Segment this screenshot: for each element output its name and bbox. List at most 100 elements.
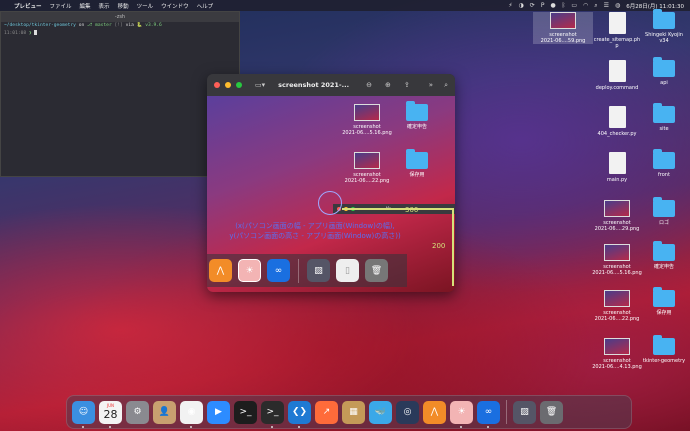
finder-icon[interactable]: ☺: [72, 400, 95, 428]
folder-icon: [653, 197, 675, 217]
desktop-icon[interactable]: ロゴ: [634, 197, 690, 226]
annotation-line-1: (x(パソコン画面の幅 - アプリ画面(Window)の幅),: [235, 222, 395, 230]
zoom-icon[interactable]: ▶: [207, 400, 230, 424]
wifi-icon[interactable]: ◠: [583, 2, 588, 9]
terminal-input-line[interactable]: 11:01:08 ❯: [1, 29, 239, 37]
terminal-window[interactable]: -zsh ~/desktop/tkinter-geometry on ⎇ mas…: [0, 11, 240, 177]
document-icon: [608, 152, 626, 174]
status-icon[interactable]: ◑: [519, 2, 524, 9]
contacts-icon[interactable]: 👤: [153, 400, 176, 424]
chrome-icon[interactable]: ◉: [180, 400, 203, 428]
activity-monitor-icon[interactable]: ↗: [315, 400, 338, 424]
paypay-icon[interactable]: P: [541, 2, 545, 9]
annotation-line-2: y(パソコン画面の高さ - アプリ画面(Window)の高さ)): [229, 232, 401, 240]
terminal-icon[interactable]: >_: [261, 400, 284, 428]
sidebar-toggle-icon[interactable]: ▭▾: [255, 81, 265, 89]
branch-icon: ⎇: [87, 23, 93, 28]
lightning-icon[interactable]: ⚡: [508, 2, 512, 9]
preview-title: screenshot 2021-...: [278, 81, 350, 89]
prompt-via: via: [125, 23, 134, 28]
desktop-icon-label: ロゴ: [658, 220, 669, 226]
search-icon[interactable]: ⌕: [444, 81, 448, 90]
share-icon[interactable]: ⇪: [404, 81, 410, 89]
spotlight-search-icon[interactable]: ⌕: [594, 2, 597, 10]
docker-icon[interactable]: 🐳: [369, 400, 392, 424]
image-thumbnail-icon: [604, 290, 630, 307]
folder-icon: [406, 149, 428, 169]
desktop-icon-label: front: [658, 172, 670, 178]
desktop-icon-label: 保存用: [656, 310, 672, 316]
running-indicator: [82, 425, 84, 428]
desktop-icon[interactable]: tkinter-geometry: [634, 335, 690, 364]
infinity-icon[interactable]: ∞: [477, 400, 500, 428]
mini-trash-icon: 🗑: [365, 259, 388, 282]
running-indicator: [460, 425, 462, 428]
menu-go[interactable]: 移動: [118, 2, 129, 10]
terminal-dark-icon[interactable]: >_: [234, 400, 257, 424]
prompt-symbol: ❯: [28, 31, 32, 36]
desktop-icon-label: api: [660, 80, 668, 86]
trash-icon[interactable]: 🗑: [540, 400, 563, 424]
desktop-icon[interactable]: front: [634, 149, 690, 178]
preview-titlebar[interactable]: ▭▾ screenshot 2021-... ⊖ ⊕ ⇪ » ⌕: [207, 74, 455, 96]
vscode-icon[interactable]: ❮❯: [288, 400, 311, 428]
control-center-icon[interactable]: ☰: [604, 2, 609, 9]
prompt-branch: master: [95, 23, 112, 28]
image-thumbnail-icon: [354, 152, 380, 169]
screenshot-app-icon[interactable]: ◎: [396, 400, 419, 424]
bluetooth-icon[interactable]: ᛒ: [562, 2, 566, 9]
terminal-titlebar[interactable]: -zsh: [1, 12, 239, 22]
folder-icon: [653, 335, 675, 355]
desktop-icon[interactable]: 保存用: [634, 287, 690, 316]
desktop-icon[interactable]: site: [634, 103, 690, 132]
close-button[interactable]: [214, 82, 220, 88]
battery-icon[interactable]: ▭: [571, 2, 577, 9]
preview-window[interactable]: ▭▾ screenshot 2021-... ⊖ ⊕ ⇪ » ⌕ screens…: [207, 74, 455, 292]
desktop-icon-label: 確定申告: [406, 124, 427, 130]
desktop-icon-label: 保存用: [409, 172, 425, 178]
menu-edit[interactable]: 編集: [80, 2, 91, 10]
siri-icon[interactable]: ◍: [615, 2, 620, 9]
desktop-icon[interactable]: screenshot 2021-06....59.png: [533, 12, 593, 44]
desktop-icon[interactable]: api: [634, 57, 690, 86]
image-thumbnail-icon: [354, 104, 380, 121]
running-indicator: [190, 425, 192, 428]
image-thumbnail-icon: [604, 338, 630, 355]
more-chevron-icon[interactable]: »: [429, 81, 433, 89]
folder-icon: [653, 241, 675, 261]
desktop-icon-label: screenshot 2021-06....59.png: [540, 32, 586, 44]
system-preferences-icon[interactable]: ⚙: [126, 400, 149, 424]
mini-document-icon: ▯: [336, 259, 359, 282]
preview-icon[interactable]: ☀: [450, 400, 473, 428]
desktop-icon[interactable]: 確定申告: [634, 241, 690, 270]
height-label: 200: [432, 242, 446, 250]
desktop-icon[interactable]: Shingeki Kyojin v34: [634, 9, 690, 44]
menu-tools[interactable]: ツール: [137, 2, 154, 10]
minimize-button[interactable]: [225, 82, 231, 88]
menu-file[interactable]: ファイル: [50, 2, 72, 10]
dock: ☺ JUN 28 ⚙ 👤 ◉ ▶ >_ >_ ❮❯ ↗ ▦ 🐳 ◎ ⋀ ☀ ∞ ▨ 🗑: [66, 395, 632, 429]
desktop-icon-label: Shingeki Kyojin v34: [645, 32, 683, 44]
zoom-out-icon[interactable]: ⊖: [366, 81, 372, 89]
zoom-in-icon[interactable]: ⊕: [385, 81, 391, 89]
python-icon: 🐍: [136, 23, 143, 28]
downloads-stack-icon[interactable]: ▨: [513, 400, 536, 424]
dock-separator: [506, 400, 507, 424]
calendar-icon[interactable]: JUN 28: [99, 400, 122, 428]
sourcetree-icon[interactable]: ⋀: [423, 400, 446, 424]
running-indicator: [271, 425, 273, 428]
terminal-prompt-line: ~/desktop/tkinter-geometry on ⎇ master […: [1, 22, 239, 29]
running-indicator: [298, 425, 300, 428]
sync-icon[interactable]: ⟳: [530, 2, 535, 9]
prompt-path: ~/desktop/tkinter-geometry: [4, 23, 76, 28]
menu-app-name[interactable]: プレビュー: [14, 2, 42, 10]
record-icon[interactable]: ●: [550, 2, 555, 9]
menu-help[interactable]: ヘルプ: [197, 2, 214, 10]
menu-view[interactable]: 表示: [99, 2, 110, 10]
zoom-button[interactable]: [236, 82, 242, 88]
document-icon: [608, 60, 626, 82]
origin-circle: [318, 191, 342, 215]
terminal-cursor: [34, 30, 38, 35]
archive-utility-icon[interactable]: ▦: [342, 400, 365, 424]
menu-window[interactable]: ウインドウ: [161, 2, 189, 10]
